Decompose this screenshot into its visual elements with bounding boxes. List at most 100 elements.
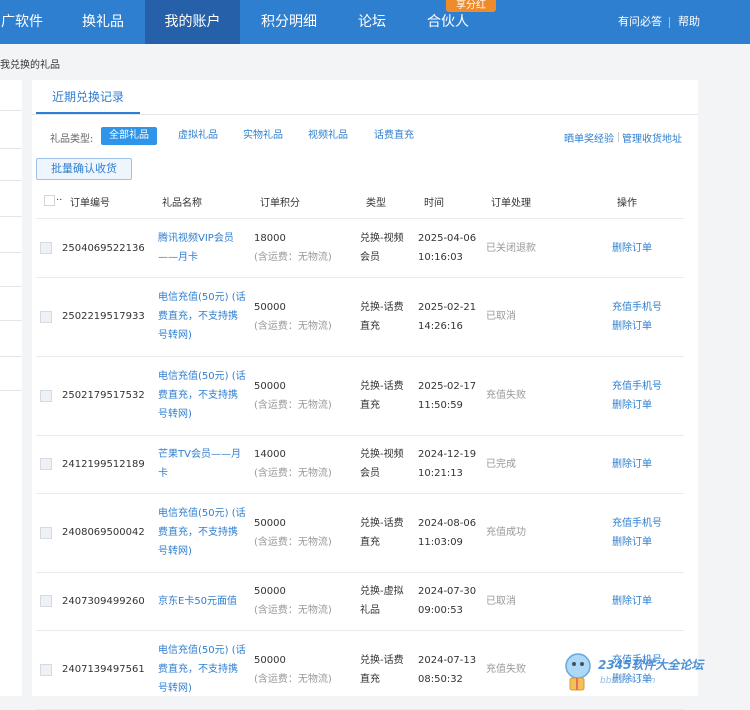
- batch-confirm-button[interactable]: 批量确认收货: [36, 158, 132, 180]
- filter-virtual-gifts[interactable]: 虚拟礼品: [170, 127, 226, 145]
- table-row: 2408069500042 电信充值(50元) (话 费直充，不支持携 号转网) 500…: [36, 493, 684, 573]
- order-action-link-line[interactable]: 删除订单: [612, 592, 652, 611]
- order-points: 18000 (含运费：无物流): [254, 229, 350, 267]
- gift-name-link[interactable]: 芒果TV会员——月卡: [158, 445, 250, 483]
- sidebar-divider: [0, 110, 22, 111]
- watermark-url: bbs.2345.cn: [600, 676, 656, 686]
- tab-recent-orders[interactable]: 近期兑换记录: [36, 80, 140, 114]
- order-number: 2407309499260: [62, 595, 145, 607]
- share-order-link[interactable]: 晒单奖经验: [564, 130, 614, 145]
- gift-name-link-line[interactable]: 号转网): [158, 405, 250, 424]
- order-action-link-line[interactable]: 删除订单: [612, 455, 652, 474]
- nav-item-forum[interactable]: 论坛: [340, 0, 404, 44]
- row-checkbox[interactable]: [40, 458, 52, 470]
- shipping-note: (含运费：无物流): [254, 468, 332, 479]
- order-action-link-line[interactable]: 充值手机号: [612, 514, 662, 533]
- filter-physical-gifts[interactable]: 实物礼品: [235, 127, 291, 145]
- order-date: 2025-02-17: [418, 380, 477, 392]
- row-checkbox[interactable]: [40, 389, 52, 402]
- order-action-link-line[interactable]: 充值手机号: [612, 377, 662, 396]
- row-checkbox[interactable]: [40, 526, 52, 539]
- select-all-checkbox[interactable]: [44, 195, 55, 206]
- gift-name-link-line[interactable]: 费直充，不支持携: [158, 660, 250, 679]
- col-order-no: 订单编号: [70, 198, 110, 209]
- order-action-link[interactable]: 充值手机号 删除订单: [612, 514, 662, 552]
- gift-name-link-line[interactable]: 电信充值(50元) (话: [158, 641, 250, 660]
- sidebar-divider: [0, 252, 22, 253]
- gift-name-link-line[interactable]: ——月卡: [158, 248, 250, 267]
- order-time: 2025-02-21 14:26:16: [418, 298, 482, 336]
- order-action-link-line[interactable]: 充值手机号: [612, 298, 662, 317]
- gift-name-link-line[interactable]: 号转网): [158, 542, 250, 561]
- gift-name-link-line[interactable]: 京东E卡50元面值: [158, 592, 250, 611]
- top-nav: 广软件 换礼品 我的账户 积分明细 论坛 合伙人 有问必答 帮助: [0, 0, 750, 44]
- filter-all-gifts[interactable]: 全部礼品: [101, 127, 157, 145]
- table-row: 2502219517933 电信充值(50元) (话 费直充，不支持携 号转网) 500…: [36, 277, 684, 357]
- gift-name-link[interactable]: 电信充值(50元) (话 费直充，不支持携 号转网): [158, 367, 250, 424]
- nav-link-help[interactable]: 帮助: [678, 0, 700, 44]
- nav-item-my-account[interactable]: 我的账户: [145, 0, 240, 44]
- order-type-line: 直充: [360, 673, 380, 685]
- order-type-line: 兑换-话费: [360, 517, 404, 529]
- order-number: 2502179517532: [62, 390, 145, 401]
- gift-name-link-line[interactable]: 号转网): [158, 326, 250, 345]
- gift-name-link[interactable]: 京东E卡50元面值: [158, 592, 250, 611]
- sidebar-divider: [0, 356, 22, 357]
- order-type: 兑换-话费 直充: [360, 651, 412, 689]
- order-clock: 10:21:13: [418, 468, 463, 479]
- shipping-note: (含运费：无物流): [254, 399, 332, 411]
- col-points: 订单积分: [260, 198, 300, 209]
- row-checkbox[interactable]: [40, 595, 52, 607]
- order-clock: 11:50:59: [418, 399, 463, 411]
- order-clock: 10:16:03: [418, 252, 463, 263]
- gift-name-link[interactable]: 电信充值(50元) (话 费直充，不支持携 号转网): [158, 288, 250, 345]
- nav-item-gifts[interactable]: 换礼品: [64, 0, 142, 44]
- row-checkbox[interactable]: [40, 242, 52, 254]
- order-action-link[interactable]: 充值手机号 删除订单: [612, 377, 662, 415]
- order-action-link-line[interactable]: 删除订单: [612, 396, 662, 415]
- gift-name-link-line[interactable]: 芒果TV会员——月: [158, 445, 250, 464]
- gift-name-link-line[interactable]: 费直充，不支持携: [158, 523, 250, 542]
- gift-name-link-line[interactable]: 电信充值(50元) (话: [158, 288, 250, 307]
- order-number: 2408069500042: [62, 527, 145, 538]
- order-type: 兑换-话费 直充: [360, 514, 412, 552]
- gift-name-link[interactable]: 腾讯视频VIP会员 ——月卡: [158, 229, 250, 267]
- filter-phone-topup[interactable]: 话费直充: [366, 127, 422, 145]
- order-action-link-line[interactable]: 删除订单: [612, 239, 652, 258]
- gift-name-link-line[interactable]: 费直充，不支持携: [158, 307, 250, 326]
- order-type-line: 兑换-视频: [360, 449, 404, 460]
- order-points: 50000 (含运费：无物流): [254, 377, 350, 415]
- gift-name-link-line[interactable]: 腾讯视频VIP会员: [158, 229, 250, 248]
- gift-name-link-line[interactable]: 费直充，不支持携: [158, 386, 250, 405]
- order-type: 兑换-视频 会员: [360, 229, 412, 267]
- gift-name-link-line[interactable]: 卡: [158, 464, 250, 483]
- order-type-line: 兑换-话费: [360, 380, 404, 392]
- order-action-link-line[interactable]: 删除订单: [612, 317, 662, 336]
- order-number: 2412199512189: [62, 458, 145, 470]
- row-checkbox[interactable]: [40, 310, 52, 323]
- gift-name-link[interactable]: 电信充值(50元) (话 费直充，不支持携 号转网): [158, 504, 250, 561]
- nav-item-points[interactable]: 积分明细: [246, 0, 332, 44]
- sidebar-divider: [0, 320, 22, 321]
- nav-item-software[interactable]: 广软件: [0, 0, 44, 44]
- order-points: 50000 (含运费：无物流): [254, 298, 350, 336]
- order-action-link[interactable]: 删除订单: [612, 455, 652, 474]
- gift-name-link[interactable]: 电信充值(50元) (话 费直充，不支持携 号转网): [158, 641, 250, 698]
- tab-bar: 近期兑换记录: [32, 80, 698, 115]
- order-type-line: 会员: [360, 468, 380, 479]
- filter-video-gifts[interactable]: 视频礼品: [300, 127, 356, 145]
- manage-address-link[interactable]: 管理收货地址: [622, 130, 682, 145]
- gift-name-link-line[interactable]: 号转网): [158, 679, 250, 698]
- nav-link-faq[interactable]: 有问必答: [618, 0, 662, 44]
- order-action-link[interactable]: 删除订单: [612, 592, 652, 611]
- gift-name-link-line[interactable]: 电信充值(50元) (话: [158, 367, 250, 386]
- gift-name-link-line[interactable]: 电信充值(50元) (话: [158, 504, 250, 523]
- order-action-link-line[interactable]: 删除订单: [612, 533, 662, 552]
- order-date: 2024-07-30: [418, 586, 477, 597]
- order-type-line: 直充: [360, 399, 380, 411]
- row-checkbox[interactable]: [40, 663, 52, 676]
- order-time: 2025-02-17 11:50:59: [418, 377, 482, 415]
- order-status: 已取消: [486, 595, 516, 607]
- order-action-link[interactable]: 充值手机号 删除订单: [612, 298, 662, 336]
- order-action-link[interactable]: 删除订单: [612, 239, 652, 258]
